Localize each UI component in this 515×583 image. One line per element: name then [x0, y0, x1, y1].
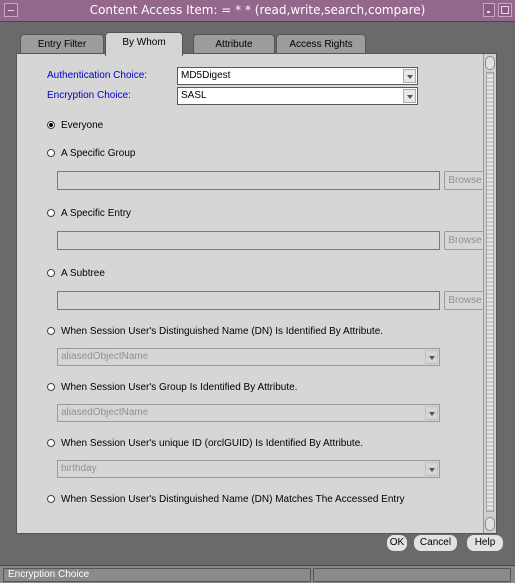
minimize-icon[interactable] — [483, 3, 495, 17]
option-guid-by-attribute-label: When Session User's unique ID (orclGUID)… — [61, 438, 364, 449]
radio-icon[interactable] — [47, 495, 55, 503]
authentication-choice-label: Authentication Choice: — [47, 70, 148, 81]
tab-entry-filter[interactable]: Entry Filter — [20, 34, 104, 55]
option-group-by-attribute[interactable]: When Session User's Group Is Identified … — [47, 382, 298, 393]
option-dn-by-attribute-label: When Session User's Distinguished Name (… — [61, 326, 384, 337]
radio-icon[interactable] — [47, 149, 55, 157]
tab-by-whom[interactable]: By Whom — [105, 32, 183, 56]
option-subtree[interactable]: A Subtree — [47, 268, 105, 279]
window-titlebar: Content Access Item: = * * (read,write,s… — [0, 0, 515, 22]
option-guid-by-attribute[interactable]: When Session User's unique ID (orclGUID)… — [47, 438, 364, 449]
vertical-scrollbar[interactable] — [483, 54, 496, 533]
option-everyone-label: Everyone — [61, 120, 104, 131]
scroll-thumb[interactable] — [486, 72, 494, 512]
authentication-choice-value: MD5Digest — [181, 70, 231, 81]
radio-icon[interactable] — [47, 269, 55, 277]
status-text: Encryption Choice — [3, 568, 311, 582]
guid-attribute-select[interactable]: birthday — [57, 460, 440, 478]
status-bar: Encryption Choice — [0, 565, 515, 583]
dn-attribute-select[interactable]: aliasedObjectName — [57, 348, 440, 366]
help-button[interactable]: Help — [466, 534, 504, 552]
maximize-icon[interactable] — [498, 3, 512, 17]
option-specific-entry-label: A Specific Entry — [61, 208, 132, 219]
radio-icon[interactable] — [47, 209, 55, 217]
dn-attribute-value: aliasedObjectName — [61, 351, 149, 362]
group-attribute-select[interactable]: aliasedObjectName — [57, 404, 440, 422]
encryption-choice-label: Encryption Choice: — [47, 90, 131, 101]
option-everyone[interactable]: Everyone — [47, 120, 104, 131]
specific-entry-field[interactable] — [57, 231, 440, 250]
tab-attribute[interactable]: Attribute — [193, 34, 275, 55]
status-secondary — [313, 568, 511, 582]
subtree-field[interactable] — [57, 291, 440, 310]
radio-icon[interactable] — [47, 327, 55, 335]
tab-access-rights[interactable]: Access Rights — [276, 34, 366, 55]
chevron-down-icon — [403, 69, 416, 83]
by-whom-panel: Authentication Choice: MD5Digest Encrypt… — [16, 53, 497, 534]
scroll-up-icon[interactable] — [485, 56, 495, 70]
cancel-button[interactable]: Cancel — [413, 534, 458, 552]
group-attribute-value: aliasedObjectName — [61, 407, 149, 418]
option-dn-by-attribute[interactable]: When Session User's Distinguished Name (… — [47, 326, 384, 337]
option-dn-matches-entry-label: When Session User's Distinguished Name (… — [61, 494, 405, 505]
option-group-by-attribute-label: When Session User's Group Is Identified … — [61, 382, 298, 393]
radio-icon[interactable] — [47, 383, 55, 391]
window-title: Content Access Item: = * * (read,write,s… — [89, 3, 426, 17]
radio-icon[interactable] — [47, 439, 55, 447]
specific-group-field[interactable] — [57, 171, 440, 190]
option-dn-matches-entry[interactable]: When Session User's Distinguished Name (… — [47, 494, 405, 505]
option-subtree-label: A Subtree — [61, 268, 105, 279]
guid-attribute-value: birthday — [61, 463, 97, 474]
encryption-choice-value: SASL — [181, 90, 207, 101]
browse-entry-button[interactable]: Browse — [444, 231, 486, 250]
scroll-down-icon[interactable] — [485, 517, 495, 531]
authentication-choice-select[interactable]: MD5Digest — [177, 67, 418, 85]
chevron-down-icon — [425, 350, 438, 364]
option-specific-group-label: A Specific Group — [61, 148, 136, 159]
ok-button[interactable]: OK — [386, 534, 408, 552]
option-specific-entry[interactable]: A Specific Entry — [47, 208, 132, 219]
radio-selected-icon[interactable] — [47, 121, 55, 129]
chevron-down-icon — [425, 462, 438, 476]
dialog-frame: Entry Filter By Whom Attribute Access Ri… — [8, 28, 507, 534]
browse-group-button[interactable]: Browse — [444, 171, 486, 190]
chevron-down-icon — [425, 406, 438, 420]
option-specific-group[interactable]: A Specific Group — [47, 148, 136, 159]
chevron-down-icon — [403, 89, 416, 103]
browse-subtree-button[interactable]: Browse — [444, 291, 486, 310]
encryption-choice-select[interactable]: SASL — [177, 87, 418, 105]
